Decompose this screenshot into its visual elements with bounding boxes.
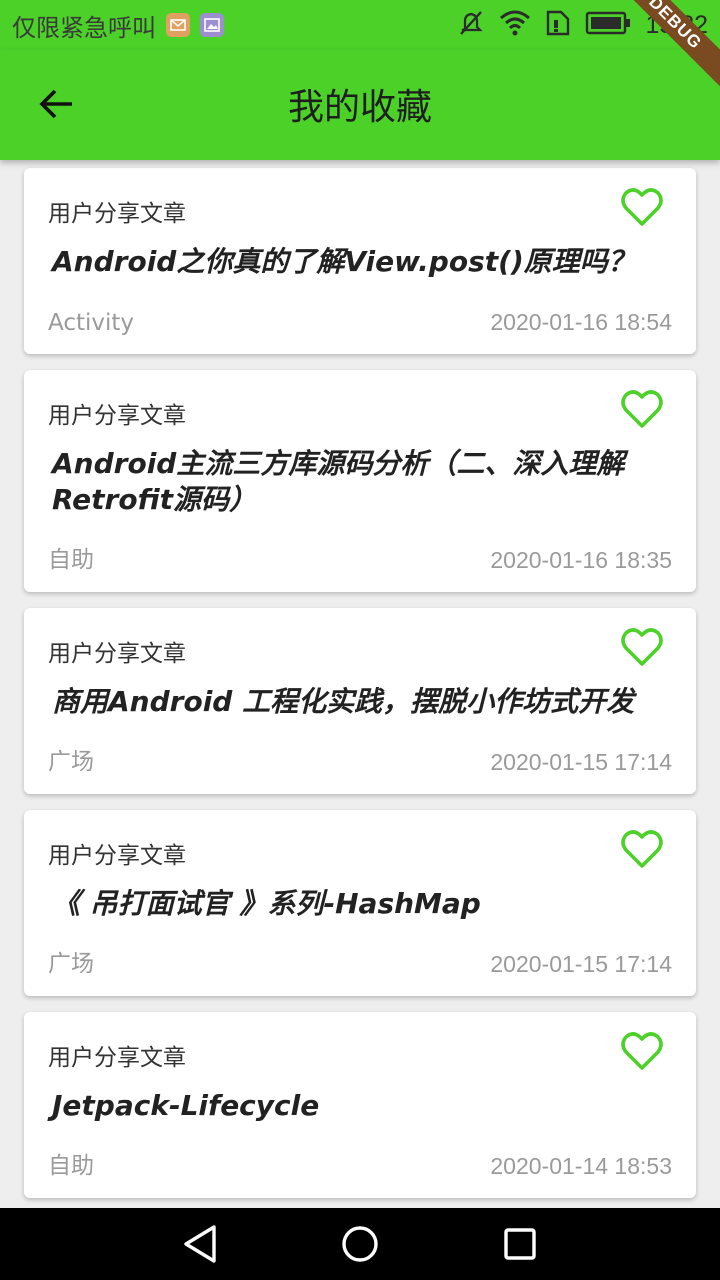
status-bar: 仅限紧急呼叫 15:22	[0, 0, 720, 50]
favorite-button[interactable]	[620, 1030, 664, 1072]
mute-icon	[457, 9, 485, 41]
article-chapter: 广场	[48, 749, 94, 775]
article-card[interactable]: 用户分享文章 Android之你真的了解View.post()原理吗？ Acti…	[24, 168, 696, 354]
article-chapter: 自助	[48, 547, 94, 573]
article-date: 2020-01-14 18:53	[490, 1153, 672, 1179]
article-category: 用户分享文章	[48, 1045, 186, 1071]
article-chapter: Activity	[48, 310, 135, 336]
heart-icon	[621, 830, 663, 868]
nav-home-button[interactable]	[336, 1222, 384, 1266]
favorite-button[interactable]	[620, 626, 664, 668]
recents-square-icon	[504, 1228, 536, 1260]
sim-icon	[545, 9, 571, 41]
carrier-text: 仅限紧急呼叫	[12, 13, 156, 42]
article-card[interactable]: 用户分享文章 商用Android 工程化实践，摆脱小作坊式开发 广场 2020-…	[24, 608, 696, 794]
article-title[interactable]: Android之你真的了解View.post()原理吗？	[52, 244, 660, 280]
favorite-button[interactable]	[620, 388, 664, 430]
article-chapter: 自助	[48, 1153, 94, 1179]
article-category: 用户分享文章	[48, 641, 186, 667]
article-title[interactable]: Jetpack-Lifecycle	[52, 1088, 660, 1124]
heart-icon	[621, 628, 663, 666]
article-date: 2020-01-16 18:35	[490, 547, 672, 573]
page-title: 我的收藏	[287, 87, 432, 128]
article-date: 2020-01-16 18:54	[490, 309, 672, 335]
article-date: 2020-01-15 17:14	[490, 951, 672, 977]
article-card[interactable]: 用户分享文章 Jetpack-Lifecycle 自助 2020-01-14 1…	[24, 1012, 696, 1198]
mail-notification-icon	[166, 13, 190, 37]
nav-back-button[interactable]	[176, 1222, 224, 1266]
favorite-button[interactable]	[620, 828, 664, 870]
article-chapter: 广场	[48, 951, 94, 977]
article-category: 用户分享文章	[48, 843, 186, 869]
article-card[interactable]: 用户分享文章 《 吊打面试官 》系列-HashMap 广场 2020-01-15…	[24, 810, 696, 996]
heart-icon	[621, 390, 663, 428]
nav-recents-button[interactable]	[496, 1222, 544, 1266]
article-date: 2020-01-15 17:14	[490, 749, 672, 775]
app-bar: 我的收藏	[0, 50, 720, 160]
article-title[interactable]: 《 吊打面试官 》系列-HashMap	[52, 886, 660, 922]
article-list[interactable]: 用户分享文章 Android之你真的了解View.post()原理吗？ Acti…	[0, 160, 720, 1208]
article-title[interactable]: 商用Android 工程化实践，摆脱小作坊式开发	[52, 684, 660, 720]
back-triangle-icon	[184, 1225, 216, 1263]
favorite-button[interactable]	[620, 186, 664, 228]
system-nav-bar	[0, 1208, 720, 1280]
heart-icon	[621, 1032, 663, 1070]
status-left: 仅限紧急呼叫	[12, 8, 224, 42]
image-notification-icon	[200, 13, 224, 37]
article-card[interactable]: 用户分享文章 Android主流三方库源码分析（二、深入理解Retrofit源码…	[24, 370, 696, 592]
heart-icon	[621, 188, 663, 226]
article-category: 用户分享文章	[48, 403, 186, 429]
article-title[interactable]: Android主流三方库源码分析（二、深入理解Retrofit源码）	[52, 446, 660, 518]
battery-icon	[585, 11, 631, 39]
wifi-icon	[499, 10, 531, 40]
home-circle-icon	[342, 1226, 378, 1262]
article-category: 用户分享文章	[48, 201, 186, 227]
